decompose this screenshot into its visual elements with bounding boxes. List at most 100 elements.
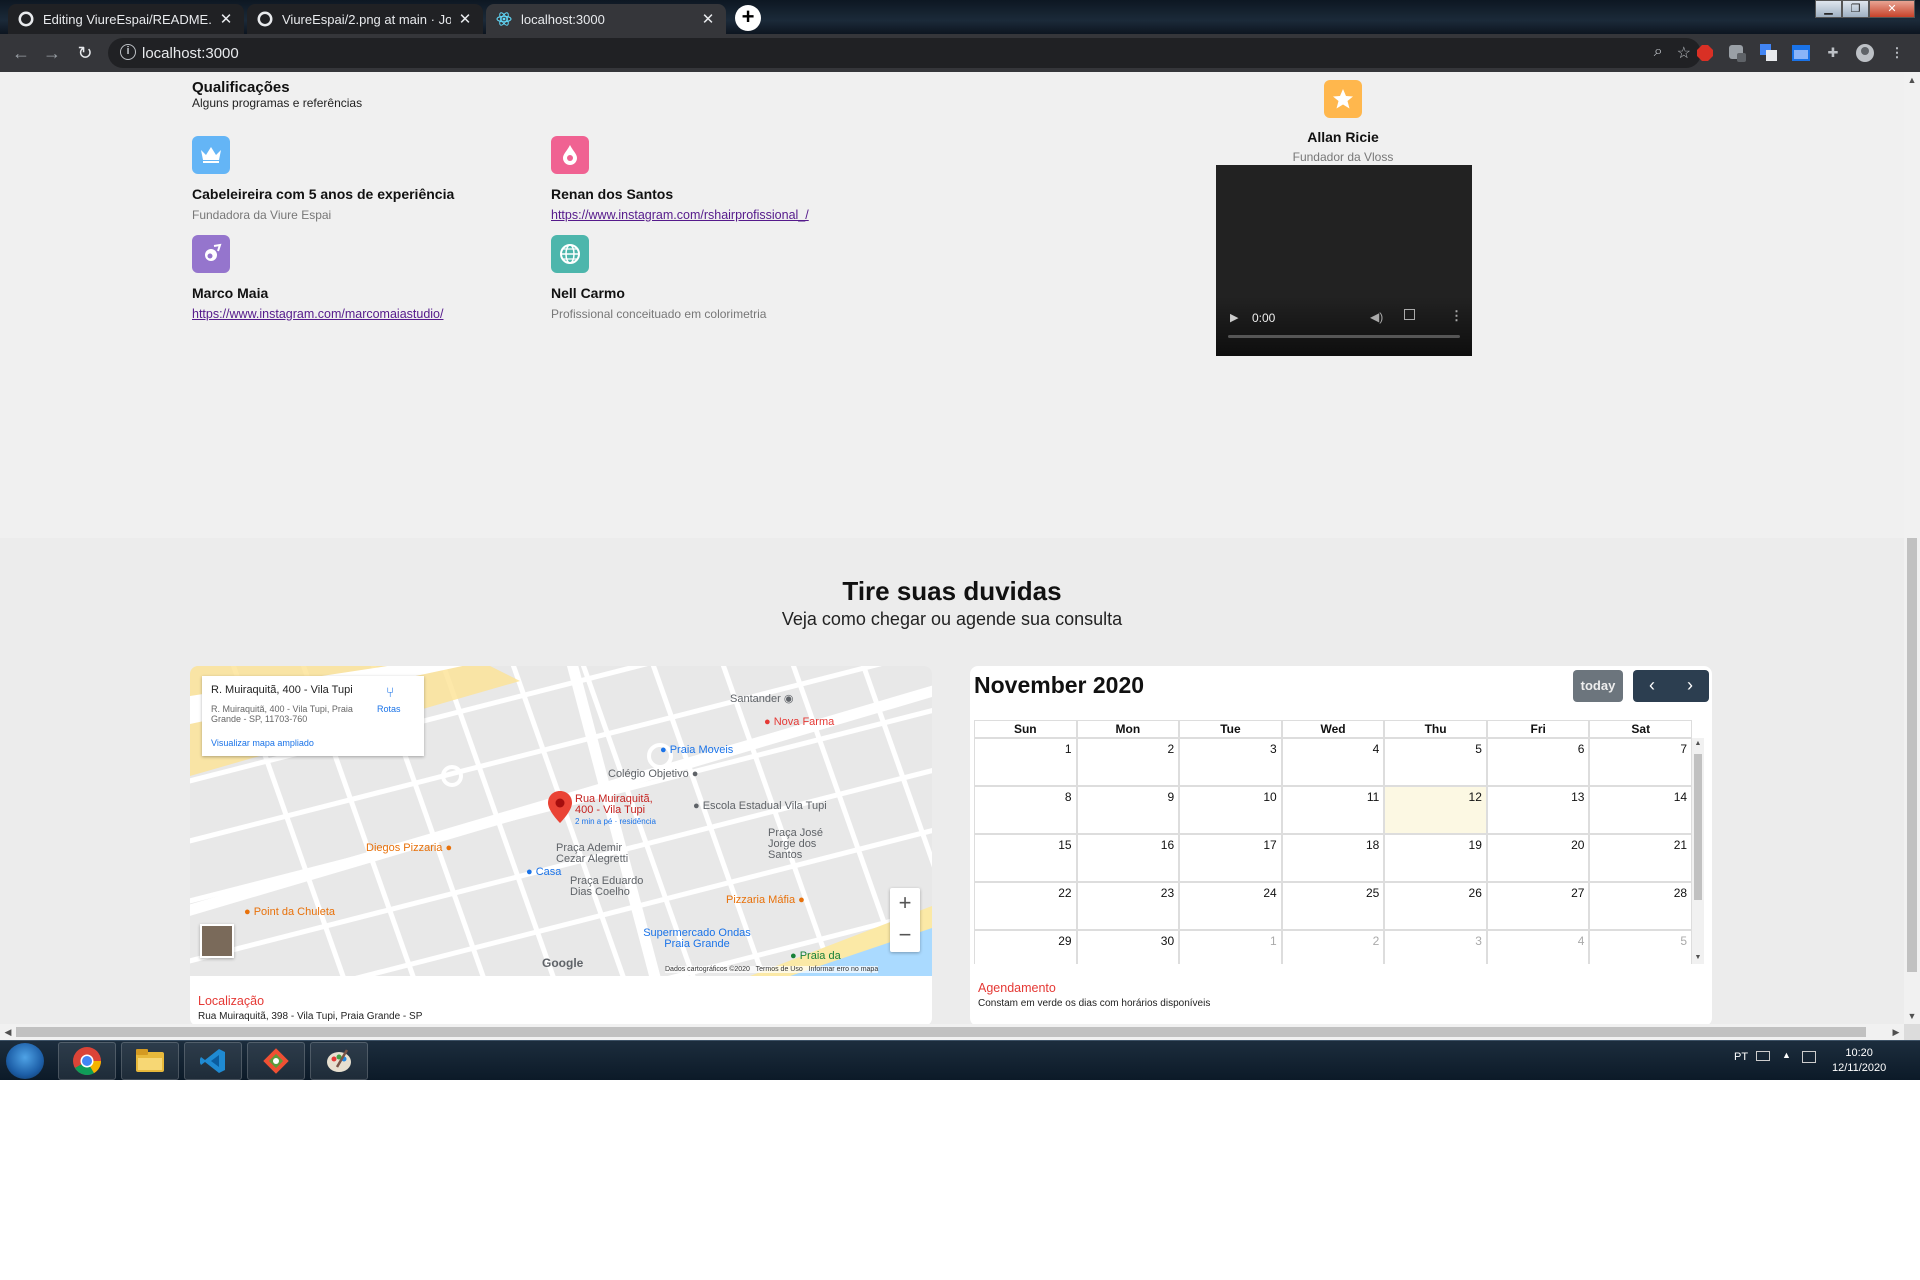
zoom-icon[interactable]: ⌕ [1654, 43, 1663, 63]
calendar-day-cell[interactable]: 14 [1589, 786, 1692, 834]
map-place[interactable]: Colégio Objetivo ● [608, 768, 698, 780]
vscode-icon[interactable] [184, 1042, 242, 1080]
calendar-day-cell[interactable]: 13 [1486, 786, 1590, 834]
vertical-scroll-thumb[interactable] [1907, 538, 1917, 972]
satellite-toggle[interactable] [200, 924, 234, 958]
scroll-left-icon[interactable]: ◀ [0, 1024, 16, 1040]
page-vertical-scrollbar[interactable]: ▲ ▼ [1904, 72, 1920, 1024]
calendar-day-cell[interactable]: 19 [1384, 834, 1487, 882]
instagram-link[interactable]: https://www.instagram.com/rshairprofissi… [551, 208, 891, 222]
map-place[interactable]: Pizzaria Máfia ● [726, 894, 805, 906]
adblock-icon[interactable] [1694, 42, 1716, 64]
taskbar-clock[interactable]: 10:20 12/11/2020 [1832, 1046, 1886, 1076]
calendar-day-cell[interactable]: 10 [1179, 786, 1282, 834]
calendar-day-cell[interactable]: 1 [1179, 930, 1282, 964]
play-icon[interactable]: ▶ [1230, 311, 1238, 324]
calendar-day-cell[interactable]: 12 [1384, 786, 1487, 834]
calendar-day-cell[interactable]: 3 [1179, 738, 1282, 786]
map-place[interactable]: ● Point da Chuleta [244, 906, 335, 918]
extensions-puzzle-icon[interactable]: ✚ [1822, 42, 1844, 64]
scroll-up-icon[interactable]: ▲ [1692, 738, 1704, 750]
map-place[interactable]: ● Escola Estadual Vila Tupi [693, 800, 827, 812]
calendar-day-cell[interactable]: 28 [1589, 882, 1692, 930]
translate-icon[interactable] [1758, 42, 1780, 64]
back-button[interactable]: ← [9, 41, 33, 65]
map-place[interactable]: Praça Eduardo Dias Coelho [570, 876, 650, 898]
page-horizontal-scrollbar[interactable]: ◀ ▶ [0, 1024, 1904, 1040]
scroll-right-icon[interactable]: ▶ [1888, 1024, 1904, 1040]
maximize-button[interactable]: ❐ [1842, 0, 1869, 18]
scroll-up-icon[interactable]: ▲ [1904, 72, 1920, 88]
video-player[interactable]: ▶ 0:00 ◀) ⋮ [1216, 165, 1472, 356]
calendar-day-cell[interactable]: 30 [1076, 930, 1180, 964]
calendar-day-cell[interactable]: 2 [1076, 738, 1180, 786]
extension-badge-icon[interactable] [1726, 42, 1748, 64]
map-place[interactable]: Praça José Jorge dos Santos [768, 828, 828, 861]
minimize-button[interactable]: ▁ [1815, 0, 1842, 18]
view-larger-map-link[interactable]: Visualizar mapa ampliado [211, 738, 314, 748]
close-window-button[interactable]: ✕ [1869, 0, 1915, 18]
tab-localhost[interactable]: localhost:3000 ✕ [486, 4, 726, 34]
close-icon[interactable]: ✕ [700, 10, 716, 28]
close-icon[interactable]: ✕ [457, 10, 473, 28]
calendar-day-cell[interactable]: 9 [1076, 786, 1180, 834]
keyboard-icon[interactable] [1756, 1051, 1770, 1061]
video-progress-bar[interactable] [1228, 335, 1460, 338]
map-place[interactable]: Diegos Pizzaria ● [366, 842, 452, 854]
window-extension-icon[interactable] [1790, 42, 1812, 64]
calendar-day-cell[interactable]: 8 [974, 786, 1077, 834]
map-place[interactable]: Praça Ademir Cezar Alegretti [556, 843, 636, 865]
map-report-link[interactable]: Informar erro no mapa [809, 966, 879, 973]
calendar-day-cell[interactable]: 20 [1486, 834, 1590, 882]
git-icon[interactable] [247, 1042, 305, 1080]
explorer-icon[interactable] [121, 1042, 179, 1080]
calendar-day-cell[interactable]: 15 [974, 834, 1077, 882]
tab-readme[interactable]: Editing ViureEspai/README.md a ✕ [8, 4, 244, 34]
calendar-day-cell[interactable]: 1 [974, 738, 1077, 786]
calendar-day-cell[interactable]: 11 [1281, 786, 1385, 834]
bookmark-star-icon[interactable]: ☆ [1677, 43, 1691, 63]
calendar-day-cell[interactable]: 6 [1486, 738, 1590, 786]
new-tab-button[interactable]: + [735, 5, 761, 31]
map-place[interactable]: ● Casa [526, 866, 561, 878]
map-place[interactable]: ● Praia da [790, 950, 841, 962]
info-icon[interactable]: i [120, 44, 136, 60]
calendar-day-cell[interactable]: 27 [1486, 882, 1590, 930]
zoom-in-button[interactable]: + [890, 888, 920, 920]
calendar-day-cell[interactable]: 26 [1384, 882, 1487, 930]
calendar-day-cell[interactable]: 5 [1589, 930, 1692, 964]
calendar-day-cell[interactable]: 4 [1486, 930, 1590, 964]
network-icon[interactable] [1802, 1051, 1816, 1063]
calendar-scroll-thumb[interactable] [1694, 754, 1702, 900]
scroll-down-icon[interactable]: ▼ [1692, 952, 1704, 964]
today-button[interactable]: today [1573, 670, 1623, 702]
calendar-day-cell[interactable]: 21 [1589, 834, 1692, 882]
chrome-icon[interactable] [58, 1042, 116, 1080]
forward-button[interactable]: → [40, 41, 64, 65]
calendar-day-cell[interactable]: 23 [1076, 882, 1180, 930]
fullscreen-icon[interactable] [1404, 309, 1415, 320]
calendar-day-cell[interactable]: 3 [1384, 930, 1487, 964]
scroll-down-icon[interactable]: ▼ [1904, 1008, 1920, 1024]
calendar-day-cell[interactable]: 29 [974, 930, 1077, 964]
instagram-link[interactable]: https://www.instagram.com/marcomaiastudi… [192, 307, 532, 321]
calendar-day-cell[interactable]: 5 [1384, 738, 1487, 786]
next-month-button[interactable]: › [1671, 670, 1709, 702]
calendar-day-cell[interactable]: 17 [1179, 834, 1282, 882]
calendar-day-cell[interactable]: 16 [1076, 834, 1180, 882]
location-pin-icon[interactable] [548, 791, 572, 823]
directions-icon[interactable]: ⑂ [386, 684, 394, 700]
address-bar[interactable]: i localhost:3000 ⌕ ☆ [108, 38, 1701, 68]
calendar-day-cell[interactable]: 24 [1179, 882, 1282, 930]
map-place[interactable]: ● Praia Moveis [660, 744, 733, 756]
calendar-scrollbar[interactable]: ▲ ▼ [1692, 738, 1704, 964]
calendar-day-cell[interactable]: 22 [974, 882, 1077, 930]
paint-icon[interactable] [310, 1042, 368, 1080]
profile-avatar-icon[interactable] [1854, 42, 1876, 64]
tray-expand-icon[interactable]: ▲ [1782, 1050, 1791, 1060]
calendar-day-cell[interactable]: 4 [1281, 738, 1385, 786]
calendar-day-cell[interactable]: 25 [1281, 882, 1385, 930]
language-indicator[interactable]: PT [1734, 1051, 1748, 1063]
more-options-icon[interactable]: ⋮ [1450, 308, 1463, 324]
close-icon[interactable]: ✕ [218, 10, 234, 28]
